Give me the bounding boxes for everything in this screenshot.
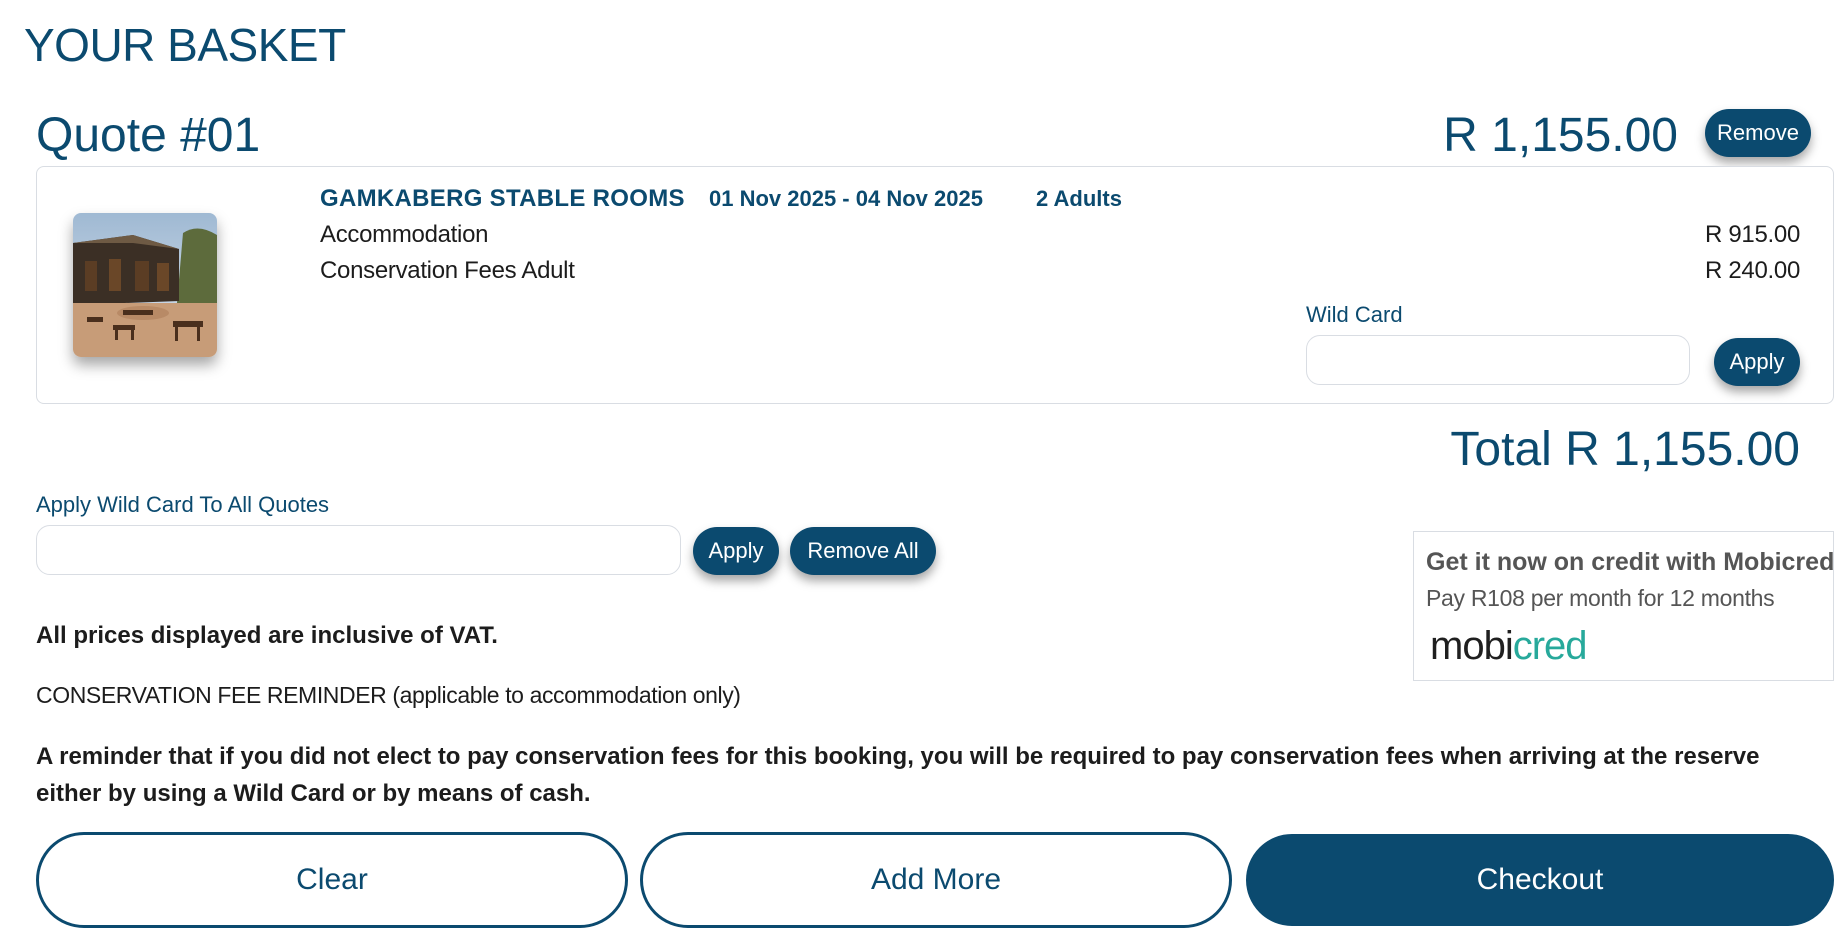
page-title: YOUR BASKET [24, 19, 346, 71]
line-item-amount: R 915.00 [1704, 221, 1800, 248]
mobicred-logo-part1: mobi [1430, 624, 1514, 668]
apply-all-wild-card-input[interactable] [36, 525, 681, 575]
add-more-button[interactable]: Add More [640, 832, 1232, 928]
basket-total: Total R 1,155.00 [1450, 423, 1800, 476]
guest-count: 2 Adults [1036, 186, 1122, 211]
reminder-title: CONSERVATION FEE REMINDER (applicable to… [36, 682, 741, 708]
mobicred-subtitle: Pay R108 per month for 12 months [1426, 585, 1775, 611]
apply-all-button[interactable]: Apply [693, 527, 779, 575]
quote-price: R 1,155.00 [1443, 109, 1678, 162]
line-item-amount: R 240.00 [1704, 257, 1800, 284]
stay-dates: 01 Nov 2025 - 04 Nov 2025 [709, 186, 983, 211]
mobicred-logo-part2: cred [1512, 624, 1588, 668]
quote-title: Quote #01 [36, 109, 261, 162]
accommodation-photo-image [73, 213, 217, 357]
apply-all-label: Apply Wild Card To All Quotes [36, 492, 330, 517]
wild-card-label: Wild Card [1306, 302, 1403, 327]
mobicred-logo[interactable]: mobicred [1430, 624, 1588, 669]
accommodation-photo[interactable] [73, 213, 217, 357]
wild-card-input[interactable] [1306, 335, 1690, 385]
venue-name: GAMKABERG STABLE ROOMS [320, 185, 685, 212]
line-item-label: Accommodation [320, 221, 489, 248]
vat-note: All prices displayed are inclusive of VA… [36, 622, 498, 649]
line-item-label: Conservation Fees Adult [320, 257, 575, 284]
clear-button[interactable]: Clear [36, 832, 628, 928]
reminder-body: A reminder that if you did not elect to … [36, 743, 1760, 807]
mobicred-title: Get it now on credit with Mobicred [1426, 548, 1835, 576]
apply-wild-card-button[interactable]: Apply [1714, 338, 1800, 386]
remove-all-button[interactable]: Remove All [790, 527, 936, 575]
checkout-button[interactable]: Checkout [1246, 834, 1834, 926]
remove-quote-button[interactable]: Remove [1705, 109, 1811, 157]
